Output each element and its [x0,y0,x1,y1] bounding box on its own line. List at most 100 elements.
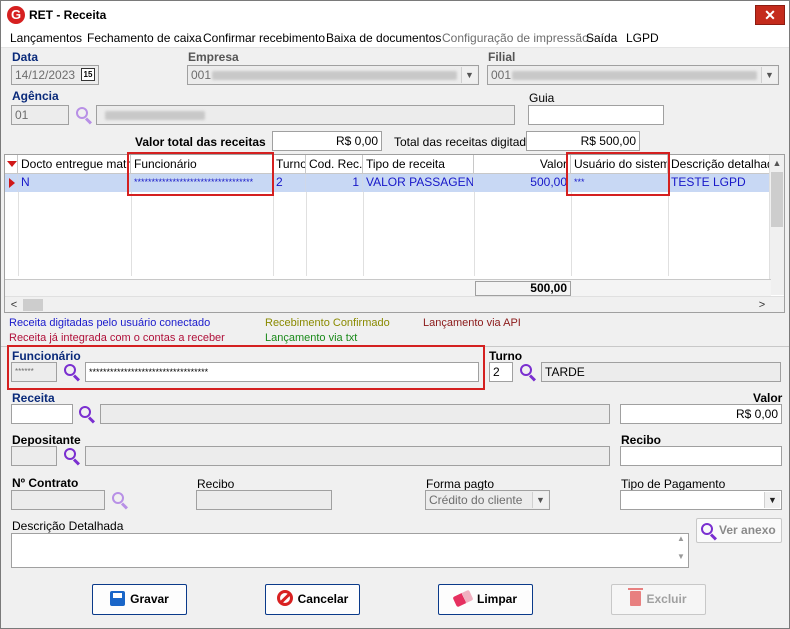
gravar-label: Gravar [130,592,169,606]
limpar-button[interactable]: Limpar [438,584,533,615]
agencia-label: Agência [12,89,59,103]
total-digitadas-field: R$ 500,00 [526,131,640,151]
forma-pagto-label: Forma pagto [426,477,495,491]
grid-header: Docto entregue matriz Funcionário Turno … [5,155,771,174]
search-icon[interactable] [78,405,96,424]
valor-total-label: Valor total das receitas [135,135,266,149]
grid-divider [131,192,132,276]
filial-label: Filial [488,50,516,64]
col-valor[interactable]: Valor [474,155,571,174]
agencia-code: 01 [15,108,29,122]
descricao-textarea[interactable]: ▲ ▼ [11,533,689,568]
menu-confirmar-recebimento[interactable]: Confirmar recebimento [203,31,325,45]
chevron-down-icon[interactable]: ▼ [761,67,777,83]
data-value: 14/12/2023 [15,68,76,82]
menu-configuracao-impressao[interactable]: Configuração de impressão [442,31,589,45]
app-logo-icon: G [7,6,25,24]
search-icon[interactable] [75,106,93,125]
valor-total-field: R$ 0,00 [272,131,382,151]
cell-cod-rec: 1 [306,174,363,192]
col-funcionario[interactable]: Funcionário [131,155,273,174]
scroll-thumb[interactable] [23,299,43,311]
chevron-down-icon[interactable]: ▼ [461,67,477,83]
grid-divider [571,192,572,276]
scroll-up-icon[interactable]: ▲ [770,156,784,170]
menu-bar: Lançamentos Fechamento de caixa Confirma… [1,29,789,48]
scroll-left-icon[interactable]: < [6,297,22,312]
col-docto-entregue[interactable]: Docto entregue matriz [18,155,131,174]
recibo-label: Recibo [621,433,662,447]
valor-input[interactable]: R$ 0,00 [620,404,782,424]
guia-input[interactable] [528,105,664,125]
search-icon[interactable] [519,363,537,382]
forma-pagto-select[interactable]: Crédito do cliente ▼ [425,490,550,510]
grid-vertical-scrollbar[interactable]: ▲ [769,155,784,295]
cancelar-button[interactable]: Cancelar [265,584,360,615]
save-icon [110,590,126,606]
cell-docto-entregue: N [18,174,131,192]
contrato-input[interactable] [11,490,105,510]
scroll-thumb[interactable] [771,172,783,227]
header-indicator [5,155,18,174]
close-button[interactable]: ✕ [755,5,785,25]
col-turno[interactable]: Turno [273,155,306,174]
grid-horizontal-scrollbar[interactable]: < > [5,296,784,312]
descricao-label: Descrição Detalhada [12,519,124,533]
recibo-input[interactable] [620,446,782,466]
chevron-down-icon[interactable]: ▼ [764,492,780,508]
ver-anexo-button[interactable]: Ver anexo [696,518,782,543]
scroll-right-icon[interactable]: > [754,297,770,312]
grid-divider [668,192,669,276]
col-usuario-sistema[interactable]: Usuário do sistema [571,155,668,174]
agencia-code-field[interactable]: 01 [11,105,69,125]
recibo2-input[interactable] [196,490,332,510]
tipo-pagamento-select[interactable]: ▼ [620,490,782,510]
eraser-icon [452,589,474,608]
agencia-name-field [96,105,515,125]
chevron-down-icon[interactable]: ▼ [532,492,548,508]
turno-code-field[interactable]: 2 [489,362,513,382]
excluir-button[interactable]: Excluir [611,584,706,615]
sort-arrow-icon [7,161,17,167]
empresa-select[interactable]: 001 ▼ [187,65,479,85]
calendar-icon[interactable]: 15 [81,68,95,81]
funcionario-name-field[interactable]: ********************************** [85,362,479,382]
filial-select[interactable]: 001 ▼ [487,65,779,85]
gravar-button[interactable]: Gravar [92,584,187,615]
search-icon[interactable] [63,447,81,466]
depositante-code-field[interactable] [11,446,57,466]
empresa-label: Empresa [188,50,239,64]
forma-pagto-value: Crédito do cliente [429,493,523,507]
row-indicator [5,174,18,192]
receita-name-field [100,404,610,424]
grid-divider [474,192,475,276]
menu-fechamento-caixa[interactable]: Fechamento de caixa [87,31,202,45]
grid-divider [363,192,364,276]
title-bar: G RET - Receita ✕ [1,1,789,29]
search-icon[interactable] [111,491,129,510]
menu-lgpd[interactable]: LGPD [626,31,659,45]
ver-anexo-label: Ver anexo [719,523,776,537]
legend-usuario-conectado: Receita digitadas pelo usuário conectado [9,317,211,329]
funcionario-code-field[interactable]: ****** [11,362,57,382]
grid-divider [273,192,274,276]
cancelar-label: Cancelar [297,592,349,606]
col-cod-rec[interactable]: Cod. Rec. [306,155,363,174]
col-descricao-detalhada[interactable]: Descrição detalhada [668,155,771,174]
search-icon[interactable] [63,363,81,382]
menu-baixa-documentos[interactable]: Baixa de documentos [326,31,441,45]
table-row[interactable]: N ********************************** 2 1… [5,174,771,192]
window-title: RET - Receita [29,8,107,22]
menu-saida[interactable]: Saída [586,31,617,45]
receita-code-input[interactable] [11,404,73,424]
textarea-scrollbar[interactable]: ▲ ▼ [674,534,688,567]
grid-divider [18,192,19,276]
limpar-label: Limpar [476,592,517,606]
menu-lancamentos[interactable]: Lançamentos [10,31,82,45]
col-tipo-receita[interactable]: Tipo de receita [363,155,474,174]
legend-via-api: Lançamento via API [423,317,521,329]
turno-name-field: TARDE [541,362,781,382]
receitas-grid[interactable]: Docto entregue matriz Funcionário Turno … [4,154,785,313]
empresa-name-redacted [212,71,457,80]
current-row-arrow-icon [9,178,15,188]
